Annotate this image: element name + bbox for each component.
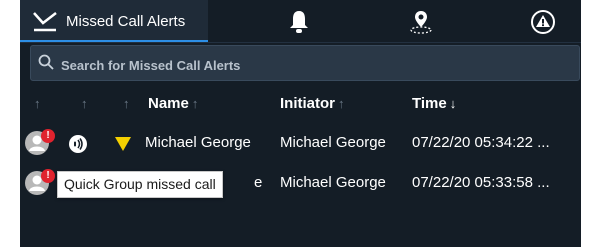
- column-header-time[interactable]: Time ↓: [412, 95, 456, 113]
- tooltip: Quick Group missed call: [57, 171, 223, 198]
- sort-arrow-status[interactable]: ↑: [34, 96, 41, 111]
- search-icon: [38, 54, 54, 70]
- missed-call-panel: Missed Call Alerts ↑ ↑ ↑ Name↑: [20, 0, 581, 247]
- search-bar: [30, 45, 580, 81]
- sort-arrow-initiator: ↑: [338, 96, 345, 111]
- tab-bar: Missed Call Alerts: [20, 0, 581, 43]
- sort-arrow-name: ↑: [191, 96, 199, 111]
- row-name: e: [254, 174, 263, 191]
- table-row[interactable]: ! Michael George Michael George 07/22/20…: [20, 126, 581, 160]
- column-name-label: Name: [148, 95, 189, 112]
- row-name: Michael George: [145, 134, 251, 151]
- search-input[interactable]: [59, 54, 563, 76]
- tab-label: Missed Call Alerts: [66, 13, 186, 30]
- sort-arrow-priority[interactable]: ↑: [123, 96, 130, 111]
- column-initiator-label: Initiator: [280, 95, 335, 112]
- column-header-name[interactable]: Name ↑: [148, 95, 198, 113]
- row-initiator: Michael George: [280, 134, 386, 151]
- column-header-initiator[interactable]: Initiator ↑: [280, 95, 345, 113]
- warning-triangle-icon: [115, 137, 131, 151]
- tab-missed-call-alerts[interactable]: Missed Call Alerts: [20, 0, 208, 42]
- bell-icon[interactable]: [285, 8, 313, 36]
- row-time: 07/22/20 05:33:58 ...: [412, 174, 550, 191]
- location-pin-icon[interactable]: [407, 8, 435, 36]
- ptt-call-icon: [69, 135, 87, 153]
- emergency-alert-icon[interactable]: [529, 8, 557, 36]
- missed-badge: !: [41, 169, 55, 183]
- row-time: 07/22/20 05:34:22 ...: [412, 134, 550, 151]
- missed-badge: !: [41, 129, 55, 143]
- row-initiator: Michael George: [280, 174, 386, 191]
- missed-call-check-icon: [33, 12, 57, 32]
- sort-arrow-type[interactable]: ↑: [81, 96, 88, 111]
- column-time-label: Time: [412, 95, 447, 112]
- sort-arrow-time: ↓: [449, 96, 457, 111]
